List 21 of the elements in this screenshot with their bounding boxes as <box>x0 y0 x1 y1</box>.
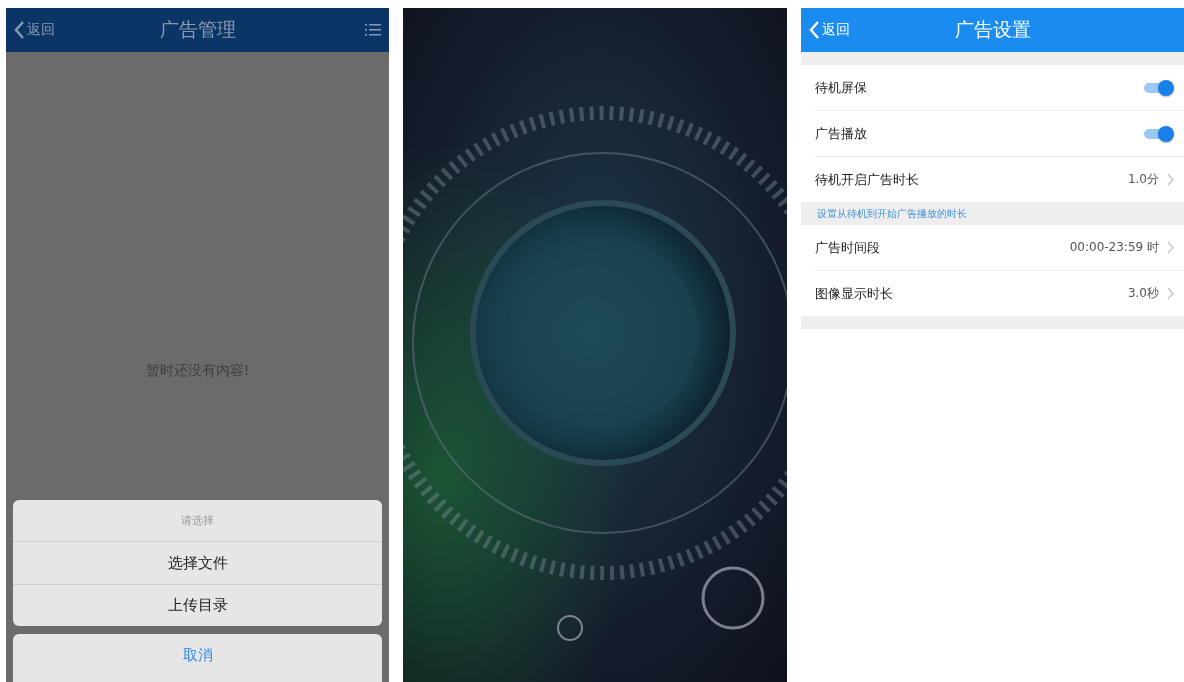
setting-label: 待机开启广告时长 <box>815 170 920 189</box>
setting-hint: 设置从待机到开始广告播放的时长 <box>801 202 1184 225</box>
screen-title: 广告设置 <box>954 17 1031 42</box>
setting-value[interactable]: 1.0分 <box>1127 171 1174 188</box>
chevron-right-icon <box>1167 173 1174 186</box>
sheet-option[interactable]: 上传目录 <box>13 584 382 626</box>
chevron-left-icon <box>14 21 25 39</box>
chevron-right-icon <box>1167 241 1174 254</box>
sheet-option[interactable]: 选择文件 <box>13 542 382 584</box>
setting-value[interactable]: 00:00-23:59 时 <box>1069 239 1174 256</box>
setting-label: 广告播放 <box>815 124 868 143</box>
setting-value[interactable]: 3.0秒 <box>1127 285 1174 302</box>
setting-label: 待机屏保 <box>815 78 868 97</box>
sheet-title: 请选择 <box>13 500 382 542</box>
chevron-left-icon <box>809 21 820 39</box>
back-button[interactable]: 返回 <box>14 21 55 39</box>
setting-label: 图像显示时长 <box>815 284 894 303</box>
screen-title: 广告管理 <box>159 17 236 42</box>
menu-icon[interactable] <box>365 23 381 37</box>
setting-label: 广告时间段 <box>815 238 881 257</box>
chevron-right-icon <box>1167 287 1174 300</box>
